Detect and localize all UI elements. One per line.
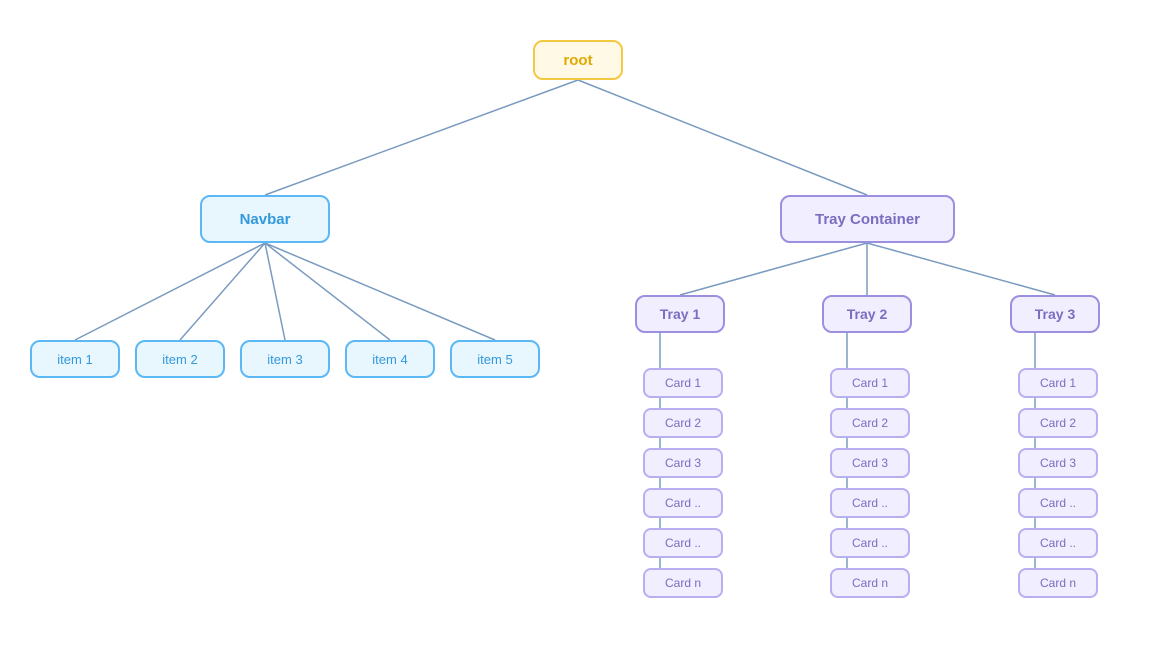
- item-1-label: item 1: [57, 352, 92, 367]
- tray-1-label: Tray 1: [660, 306, 700, 322]
- tray-3-node: Tray 3: [1010, 295, 1100, 333]
- tray2-card-3: Card 3: [830, 448, 910, 478]
- tray-1-node: Tray 1: [635, 295, 725, 333]
- tray-2-node: Tray 2: [822, 295, 912, 333]
- navbar-item-2: item 2: [135, 340, 225, 378]
- tray1-card-2: Card 2: [643, 408, 723, 438]
- navbar-item-5: item 5: [450, 340, 540, 378]
- tray3-card-2: Card 2: [1018, 408, 1098, 438]
- tray1-card-4: Card ..: [643, 488, 723, 518]
- tray2-card-5: Card ..: [830, 528, 910, 558]
- navbar-item-3: item 3: [240, 340, 330, 378]
- root-node: root: [533, 40, 623, 80]
- navbar-label: Navbar: [240, 211, 291, 228]
- tray1-card-1: Card 1: [643, 368, 723, 398]
- diagram: root Navbar Tray Container item 1 item 2…: [0, 0, 1156, 665]
- tray1-card-5: Card ..: [643, 528, 723, 558]
- tray1-card-3: Card 3: [643, 448, 723, 478]
- tray1-card-6: Card n: [643, 568, 723, 598]
- tray2-card-2: Card 2: [830, 408, 910, 438]
- navbar-node: Navbar: [200, 195, 330, 243]
- navbar-item-1: item 1: [30, 340, 120, 378]
- item-3-label: item 3: [267, 352, 302, 367]
- tray-container-node: Tray Container: [780, 195, 955, 243]
- root-label: root: [563, 52, 592, 69]
- tray-container-label: Tray Container: [815, 211, 920, 228]
- item-5-label: item 5: [477, 352, 512, 367]
- tray3-card-6: Card n: [1018, 568, 1098, 598]
- tray2-card-1: Card 1: [830, 368, 910, 398]
- item-4-label: item 4: [372, 352, 407, 367]
- tray2-card-4: Card ..: [830, 488, 910, 518]
- item-2-label: item 2: [162, 352, 197, 367]
- tray3-card-5: Card ..: [1018, 528, 1098, 558]
- tray3-card-4: Card ..: [1018, 488, 1098, 518]
- tray-3-label: Tray 3: [1035, 306, 1075, 322]
- tray-2-label: Tray 2: [847, 306, 887, 322]
- tray2-card-6: Card n: [830, 568, 910, 598]
- tray3-card-1: Card 1: [1018, 368, 1098, 398]
- tray3-card-3: Card 3: [1018, 448, 1098, 478]
- navbar-item-4: item 4: [345, 340, 435, 378]
- connector-lines: [0, 0, 1156, 665]
